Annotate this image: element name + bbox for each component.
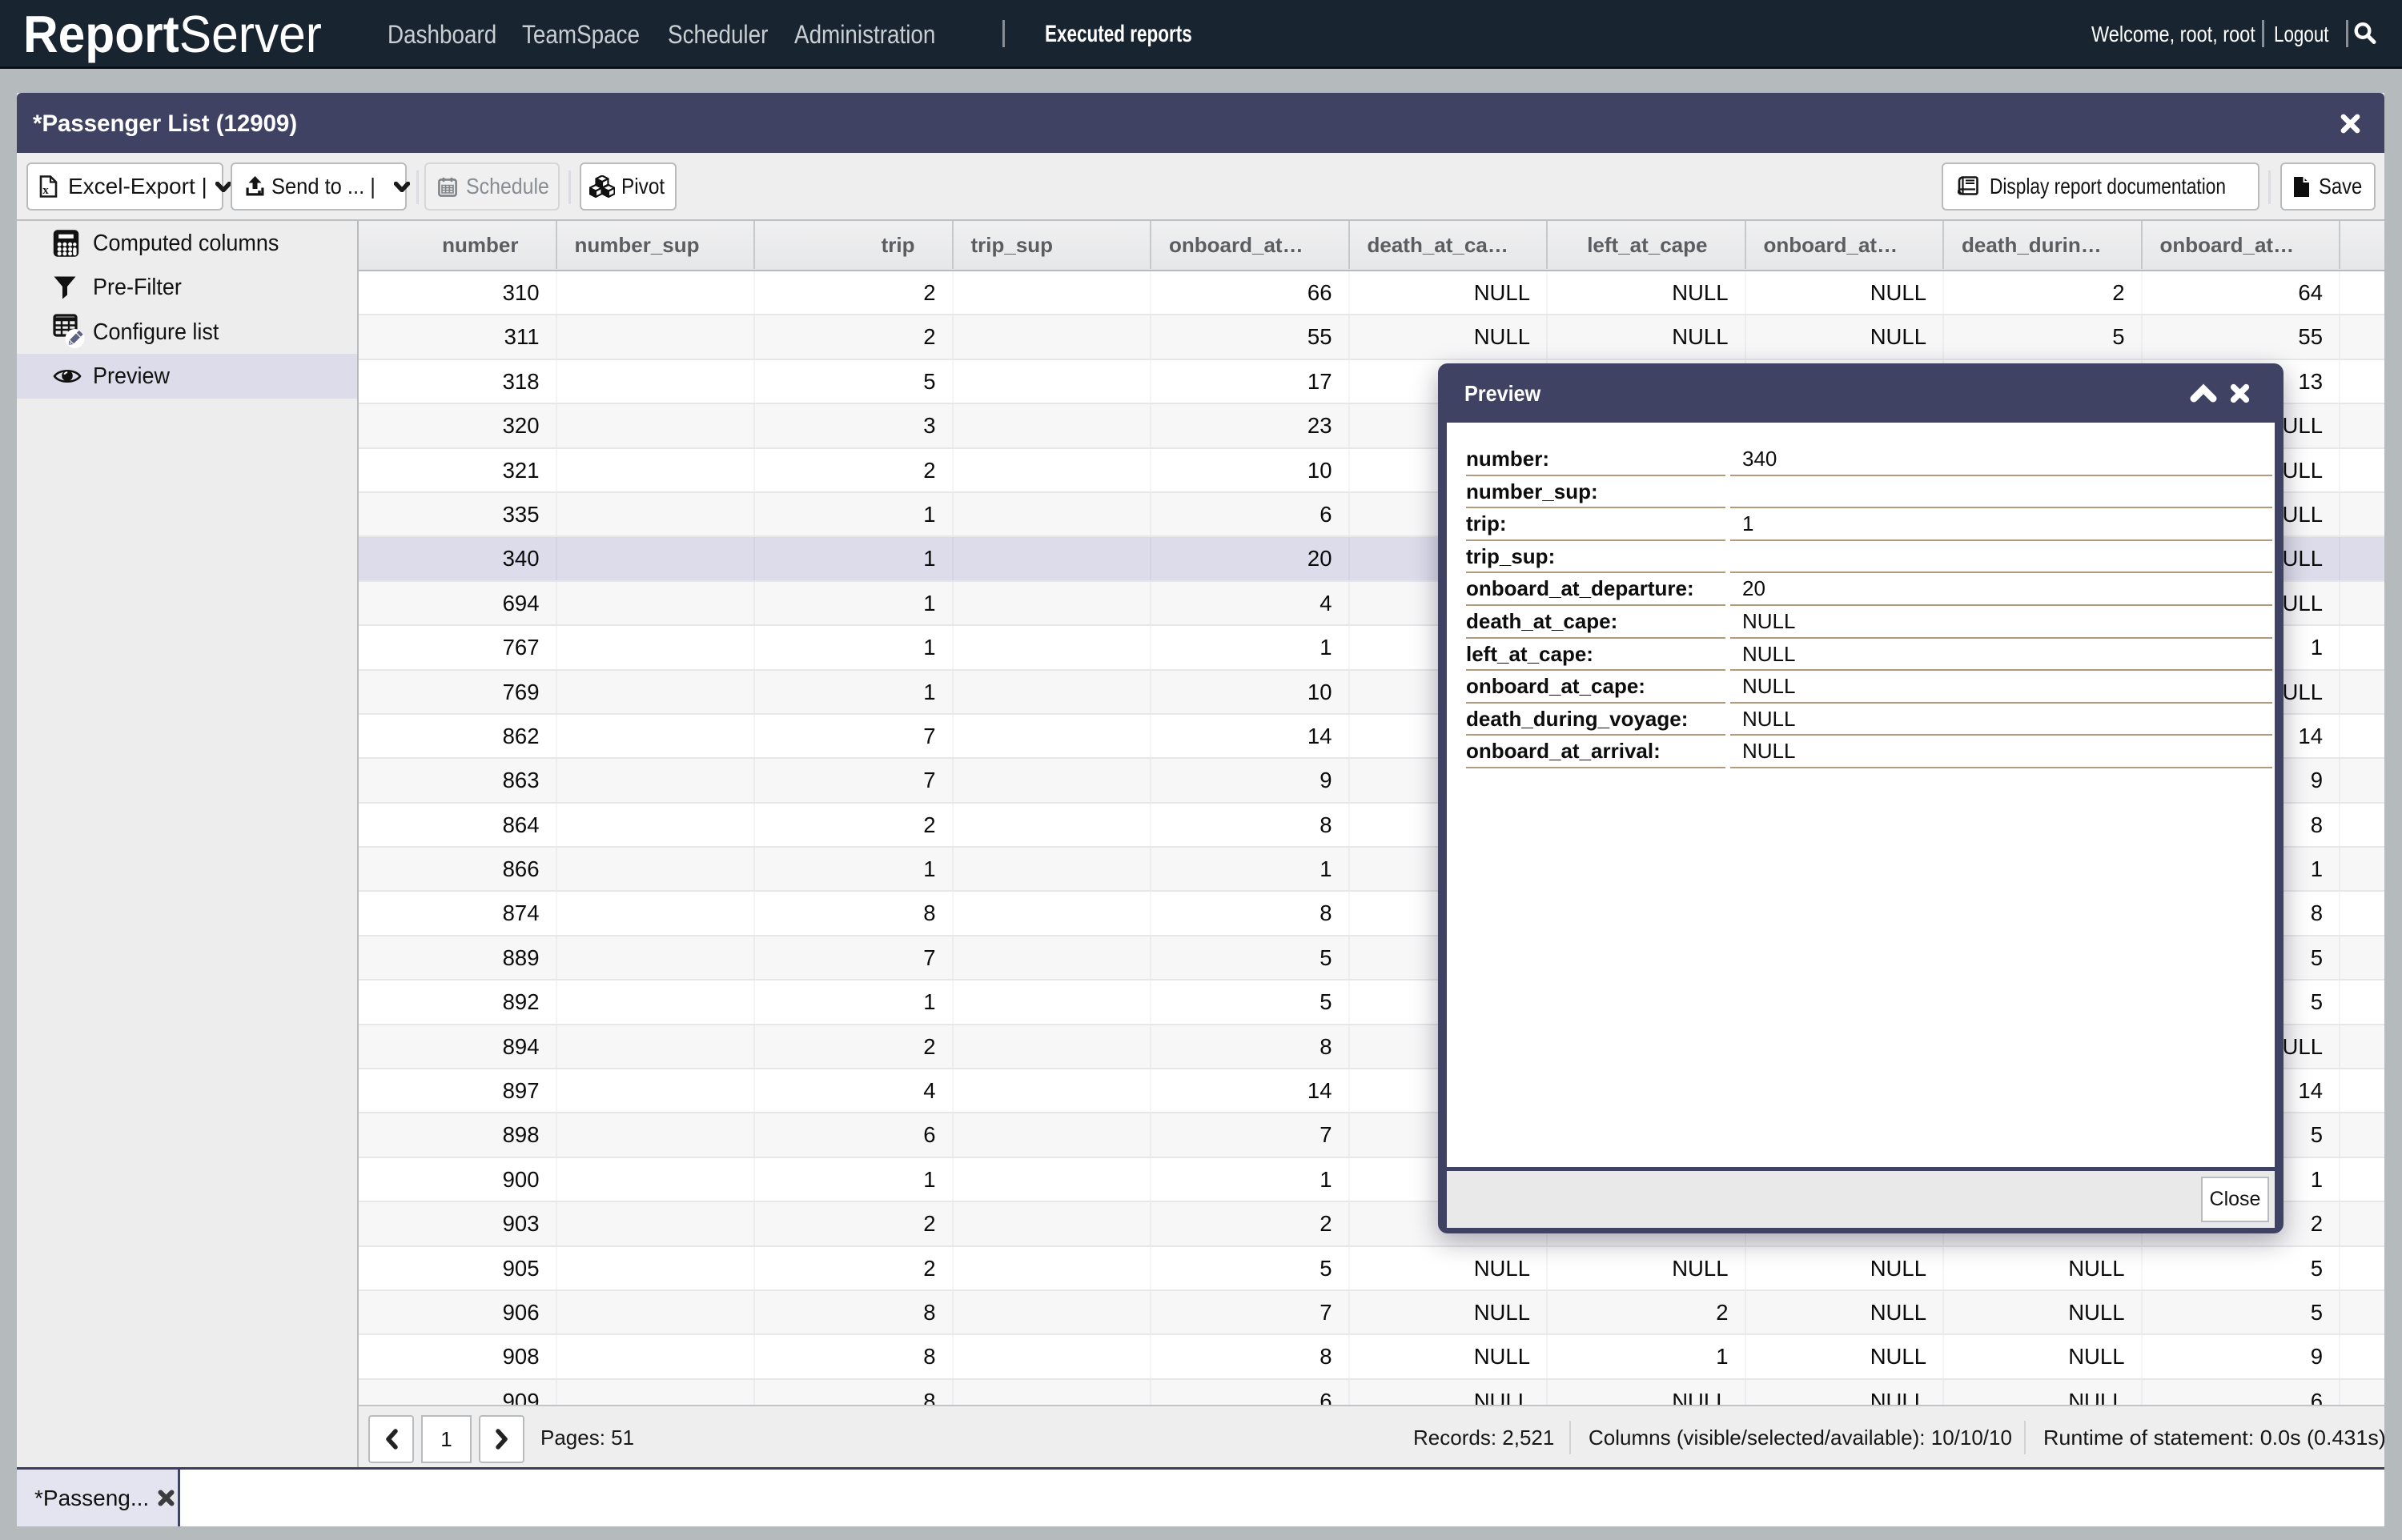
svg-text:x: x — [42, 184, 49, 197]
